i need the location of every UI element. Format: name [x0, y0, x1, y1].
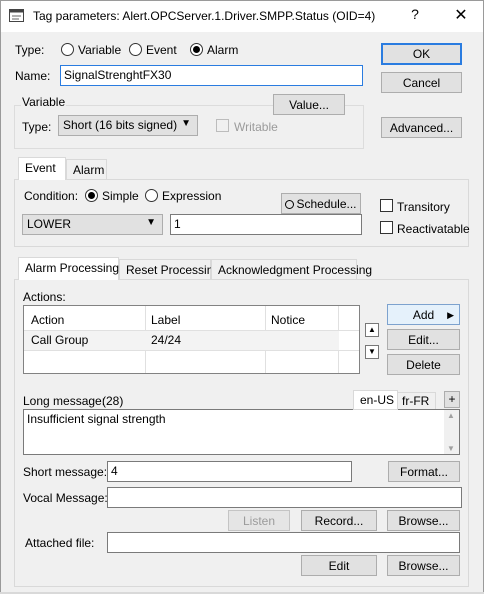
condition-label: Condition:	[24, 189, 79, 203]
window-title: Tag parameters: Alert.OPCServer.1.Driver…	[33, 9, 376, 23]
condition-simple-radio[interactable]	[85, 189, 98, 202]
app-icon	[9, 9, 24, 22]
cancel-button[interactable]: Cancel	[381, 72, 462, 93]
clock-icon	[285, 200, 295, 210]
dialog-window: Tag parameters: Alert.OPCServer.1.Driver…	[0, 0, 484, 594]
value-button[interactable]: Value...	[273, 94, 345, 115]
schedule-button[interactable]: Schedule...	[281, 193, 361, 214]
add-button[interactable]: Add ▶	[387, 304, 460, 325]
variable-type-value: Short (16 bits signed)	[63, 118, 178, 132]
scroll-up-icon: ▲	[447, 411, 455, 420]
table-row[interactable]: Call Group 24/24	[24, 331, 339, 350]
ok-button[interactable]: OK	[381, 43, 462, 65]
row-divider	[24, 350, 359, 351]
vocal-message-input[interactable]	[107, 487, 462, 508]
condition-operator-value: LOWER	[27, 217, 72, 231]
condition-expression-radio[interactable]	[145, 189, 158, 202]
tab-alarm-processing[interactable]: Alarm Processing	[18, 257, 119, 280]
column-header-label[interactable]: Label	[146, 313, 266, 327]
actions-label: Actions:	[23, 290, 66, 304]
triangle-up-icon: ▲	[368, 325, 376, 334]
lang-tab-en-us[interactable]: en-US	[353, 390, 398, 410]
row-label-cell: 24/24	[151, 333, 182, 347]
variable-group-label: Variable	[21, 95, 67, 109]
title-bar: Tag parameters: Alert.OPCServer.1.Driver…	[1, 1, 483, 32]
advanced-button[interactable]: Advanced...	[381, 117, 462, 138]
add-language-button[interactable]: +	[444, 391, 460, 408]
vocal-browse-button[interactable]: Browse...	[387, 510, 460, 531]
listen-button[interactable]: Listen	[228, 510, 290, 531]
delete-action-button[interactable]: Delete	[387, 354, 460, 375]
short-message-label: Short message:	[23, 465, 108, 479]
scroll-down-icon: ▼	[447, 444, 455, 453]
move-up-button[interactable]: ▲	[365, 323, 379, 337]
condition-value-input[interactable]: 1	[170, 214, 362, 235]
attached-edit-button[interactable]: Edit	[301, 555, 377, 576]
event-tabstrip: Event Alarm	[14, 157, 469, 180]
condition-operator-select[interactable]: LOWER ▼	[22, 214, 163, 235]
condition-simple-label: Simple	[102, 189, 139, 203]
triangle-right-icon: ▶	[447, 310, 454, 320]
reactivatable-label: Reactivatable	[397, 222, 470, 236]
help-button[interactable]: ?	[405, 6, 425, 22]
lang-tab-fr-fr[interactable]: fr-FR	[397, 392, 436, 410]
textarea-scrollbar[interactable]: ▲ ▼	[444, 410, 459, 454]
row-action-cell: Call Group	[31, 333, 89, 347]
writable-label: Writable	[234, 120, 278, 134]
name-input[interactable]: SignalStrenghtFX30	[60, 65, 363, 86]
add-button-label: Add	[412, 308, 435, 322]
type-variable-label: Variable	[78, 43, 122, 57]
processing-tabstrip: Alarm Processing Reset Processing Acknow…	[14, 257, 469, 280]
attached-file-input[interactable]	[107, 532, 460, 553]
type-event-label: Event	[146, 43, 177, 57]
chevron-down-icon: ▼	[181, 118, 191, 129]
attached-browse-button[interactable]: Browse...	[387, 555, 460, 576]
actions-table[interactable]: Action Label Notice Call Group 24/24	[23, 305, 360, 374]
column-header-action[interactable]: Action	[26, 313, 146, 327]
long-message-count: (28)	[102, 394, 124, 408]
long-message-textarea[interactable]: Insufficient signal strength ▲ ▼	[23, 409, 460, 455]
condition-expression-label: Expression	[162, 189, 222, 203]
schedule-button-label: Schedule...	[296, 197, 357, 211]
long-message-text: Insufficient signal strength	[27, 412, 166, 426]
tab-reset-processing[interactable]: Reset Processing	[119, 259, 220, 280]
attached-file-label: Attached file:	[25, 536, 95, 550]
close-button[interactable]: ✕	[450, 5, 472, 25]
tab-alarm[interactable]: Alarm	[66, 159, 107, 180]
writable-checkbox[interactable]	[216, 119, 229, 132]
triangle-down-icon: ▼	[368, 347, 376, 356]
vocal-message-label: Vocal Message:	[23, 491, 108, 505]
tab-acknowledgment-processing[interactable]: Acknowledgment Processing	[211, 259, 372, 280]
format-button[interactable]: Format...	[388, 461, 460, 482]
column-header-notice[interactable]: Notice	[266, 313, 338, 327]
transitory-checkbox[interactable]	[380, 199, 393, 212]
record-button[interactable]: Record...	[301, 510, 377, 531]
variable-type-select[interactable]: Short (16 bits signed) ▼	[58, 115, 198, 136]
name-label: Name:	[15, 69, 51, 83]
type-alarm-label: Alarm	[207, 43, 239, 57]
edit-action-button[interactable]: Edit...	[387, 329, 460, 350]
reactivatable-checkbox[interactable]	[380, 221, 393, 234]
variable-type-label: Type:	[22, 120, 52, 134]
short-message-input[interactable]: 4	[107, 461, 352, 482]
type-variable-radio[interactable]	[61, 43, 74, 56]
long-message-label: Long message:	[23, 394, 106, 408]
move-down-button[interactable]: ▼	[365, 345, 379, 359]
tab-event[interactable]: Event	[18, 157, 66, 180]
type-label: Type:	[15, 43, 45, 57]
transitory-label: Transitory	[397, 200, 450, 214]
chevron-down-icon: ▼	[146, 217, 156, 228]
type-alarm-radio[interactable]	[190, 43, 203, 56]
type-event-radio[interactable]	[129, 43, 142, 56]
